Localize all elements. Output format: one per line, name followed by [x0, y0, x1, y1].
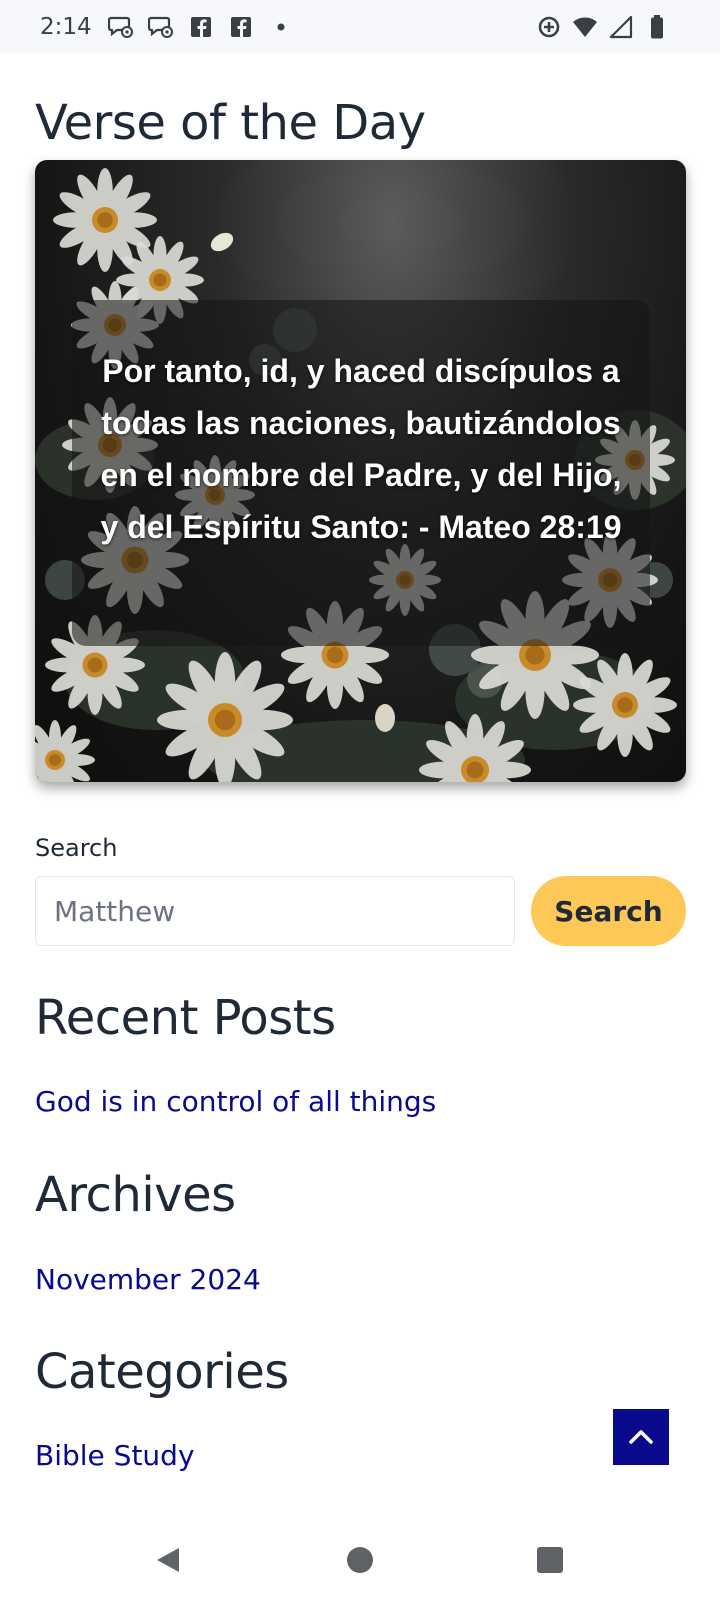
back-icon[interactable]: [146, 1538, 190, 1582]
search-input[interactable]: [35, 876, 515, 946]
navigation-bar: [0, 1520, 720, 1600]
battery-icon: [644, 14, 670, 40]
system-icons: [536, 0, 670, 53]
chevron-up-icon: [629, 1430, 653, 1444]
chat-settings-icon: [147, 14, 174, 40]
dot-icon: [268, 14, 294, 40]
verse-text: Por tanto, id, y haced discípulos a toda…: [100, 353, 622, 545]
facebook-icon: [188, 14, 214, 40]
search-label: Search: [35, 834, 118, 862]
recents-icon[interactable]: [528, 1538, 572, 1582]
categories-title: Categories: [35, 1344, 289, 1400]
back-to-top-button[interactable]: [613, 1409, 669, 1465]
status-time: 2:14: [40, 13, 92, 40]
data-saver-icon: [536, 14, 562, 40]
verse-card: Por tanto, id, y haced discípulos a toda…: [35, 160, 686, 782]
wifi-icon: [572, 14, 598, 40]
recent-posts-title: Recent Posts: [35, 990, 336, 1046]
status-bar: 2:14: [0, 0, 720, 53]
verse-of-the-day-title: Verse of the Day: [35, 95, 426, 151]
notification-icons: [107, 14, 294, 40]
category-link[interactable]: Bible Study: [35, 1439, 195, 1472]
archives-title: Archives: [35, 1167, 236, 1223]
cellular-signal-icon: [608, 14, 634, 40]
facebook-icon: [228, 14, 254, 40]
home-icon[interactable]: [338, 1538, 382, 1582]
recent-post-link[interactable]: God is in control of all things: [35, 1085, 436, 1118]
chat-settings-icon: [107, 14, 134, 40]
search-button[interactable]: Search: [531, 876, 686, 946]
archive-link[interactable]: November 2024: [35, 1263, 261, 1296]
